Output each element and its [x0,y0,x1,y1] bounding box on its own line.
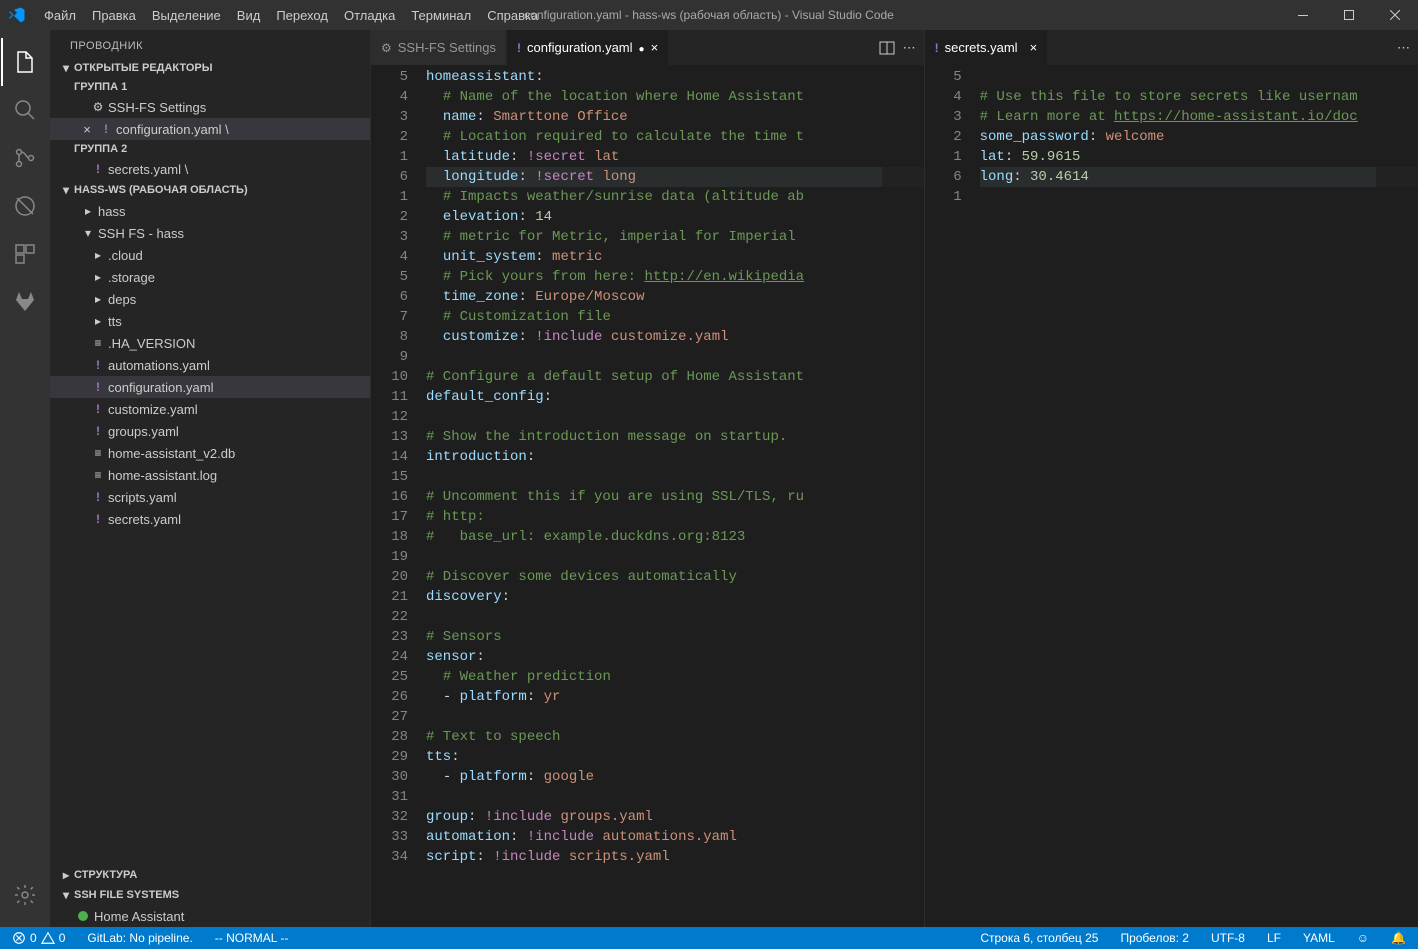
menu-переход[interactable]: Переход [268,0,336,30]
file-tree: ▸hass ▾SSH FS - hass ▸.cloud ▸.storage ▸… [50,200,370,865]
maximize-button[interactable] [1326,0,1372,30]
group-1-header: ГРУППА 1 [50,78,370,96]
minimize-button[interactable] [1280,0,1326,30]
status-eol[interactable]: LF [1263,931,1285,945]
folder-deps[interactable]: ▸deps [50,288,370,310]
dirty-indicator-icon [639,40,645,55]
sshfs-home-assistant[interactable]: Home Assistant [50,905,370,927]
status-bar: 0 0 GitLab: No pipeline. -- NORMAL -- Ст… [0,927,1418,949]
file-scripts[interactable]: !scripts.yaml [50,486,370,508]
editor-group-2: !secrets.yaml× ⋯ 5432161 # Use this file… [924,30,1418,927]
more-actions-icon[interactable]: ⋯ [1397,40,1410,56]
split-editor-icon[interactable] [879,40,895,56]
tabs-group-1: ⚙SSH-FS Settings !configuration.yaml× ⋯ [371,30,924,65]
tab-secrets[interactable]: !secrets.yaml× [925,30,1049,65]
menu-правка[interactable]: Правка [84,0,144,30]
folder-storage[interactable]: ▸.storage [50,266,370,288]
tab-configuration[interactable]: !configuration.yaml× [507,30,669,65]
file-ha-version[interactable]: ≡.HA_VERSION [50,332,370,354]
menu-вид[interactable]: Вид [229,0,269,30]
folder-tts[interactable]: ▸tts [50,310,370,332]
ssh-file-systems-header[interactable]: ▾SSH FILE SYSTEMS [50,885,370,905]
open-editor-configuration[interactable]: ×!configuration.yaml \ [50,118,370,140]
folder-hass[interactable]: ▸hass [50,200,370,222]
tab-sshfs-settings[interactable]: ⚙SSH-FS Settings [371,30,507,65]
sidebar: ПРОВОДНИК ▾ОТКРЫТЫЕ РЕДАКТОРЫ ГРУППА 1 ⚙… [50,30,370,927]
group-2-header: ГРУППА 2 [50,140,370,158]
menu-выделение[interactable]: Выделение [144,0,229,30]
status-cursor-pos[interactable]: Строка 6, столбец 25 [976,931,1102,945]
extensions-icon[interactable] [1,230,49,278]
settings-gear-icon[interactable] [1,871,49,919]
open-editor-secrets[interactable]: !secrets.yaml \ [50,158,370,180]
search-icon[interactable] [1,86,49,134]
workspace-header[interactable]: ▾HASS-WS (РАБОЧАЯ ОБЛАСТЬ) [50,180,370,200]
status-indent[interactable]: Пробелов: 2 [1116,931,1193,945]
status-feedback-icon[interactable]: ☺ [1353,931,1373,945]
sidebar-title: ПРОВОДНИК [50,30,370,58]
file-log[interactable]: ≡home-assistant.log [50,464,370,486]
editor-group-1: ⚙SSH-FS Settings !configuration.yaml× ⋯ … [370,30,924,927]
tabs-group-2: !secrets.yaml× ⋯ [925,30,1418,65]
debug-icon[interactable] [1,182,49,230]
gitlab-icon[interactable] [1,278,49,326]
file-customize[interactable]: !customize.yaml [50,398,370,420]
folder-sshfs-hass[interactable]: ▾SSH FS - hass [50,222,370,244]
folder-cloud[interactable]: ▸.cloud [50,244,370,266]
close-tab-icon[interactable]: × [1030,40,1038,55]
menu-отладка[interactable]: Отладка [336,0,403,30]
close-tab-icon[interactable]: × [651,40,659,55]
open-editor-sshfs-settings[interactable]: ⚙SSH-FS Settings [50,96,370,118]
minimap[interactable] [1376,65,1418,927]
file-configuration[interactable]: !configuration.yaml [50,376,370,398]
source-control-icon[interactable] [1,134,49,182]
file-db[interactable]: ≡home-assistant_v2.db [50,442,370,464]
status-vim-mode: -- NORMAL -- [211,931,293,945]
status-dot-icon [78,911,88,921]
activity-bar [0,30,50,927]
file-secrets[interactable]: !secrets.yaml [50,508,370,530]
editor-configuration[interactable]: 5432161234567891011121314151617181920212… [371,65,924,927]
outline-header[interactable]: ▸СТРУКТУРА [50,865,370,885]
more-actions-icon[interactable]: ⋯ [903,40,916,56]
editor-secrets[interactable]: 5432161 # Use this file to store secrets… [925,65,1418,927]
status-problems[interactable]: 0 0 [8,931,69,945]
status-language[interactable]: YAML [1299,931,1339,945]
menu-файл[interactable]: Файл [36,0,84,30]
window-title: configuration.yaml - hass-ws (рабочая об… [524,8,894,22]
close-icon[interactable]: × [78,122,96,137]
close-button[interactable] [1372,0,1418,30]
menu-терминал[interactable]: Терминал [403,0,479,30]
titlebar: ФайлПравкаВыделениеВидПереходОтладкаТерм… [0,0,1418,30]
file-groups[interactable]: !groups.yaml [50,420,370,442]
status-bell-icon[interactable]: 🔔 [1387,931,1410,945]
file-automations[interactable]: !automations.yaml [50,354,370,376]
open-editors-header[interactable]: ▾ОТКРЫТЫЕ РЕДАКТОРЫ [50,58,370,78]
explorer-icon[interactable] [1,38,49,86]
vscode-icon [8,6,26,24]
status-gitlab[interactable]: GitLab: No pipeline. [83,931,196,945]
minimap[interactable] [882,65,924,927]
status-encoding[interactable]: UTF-8 [1207,931,1249,945]
